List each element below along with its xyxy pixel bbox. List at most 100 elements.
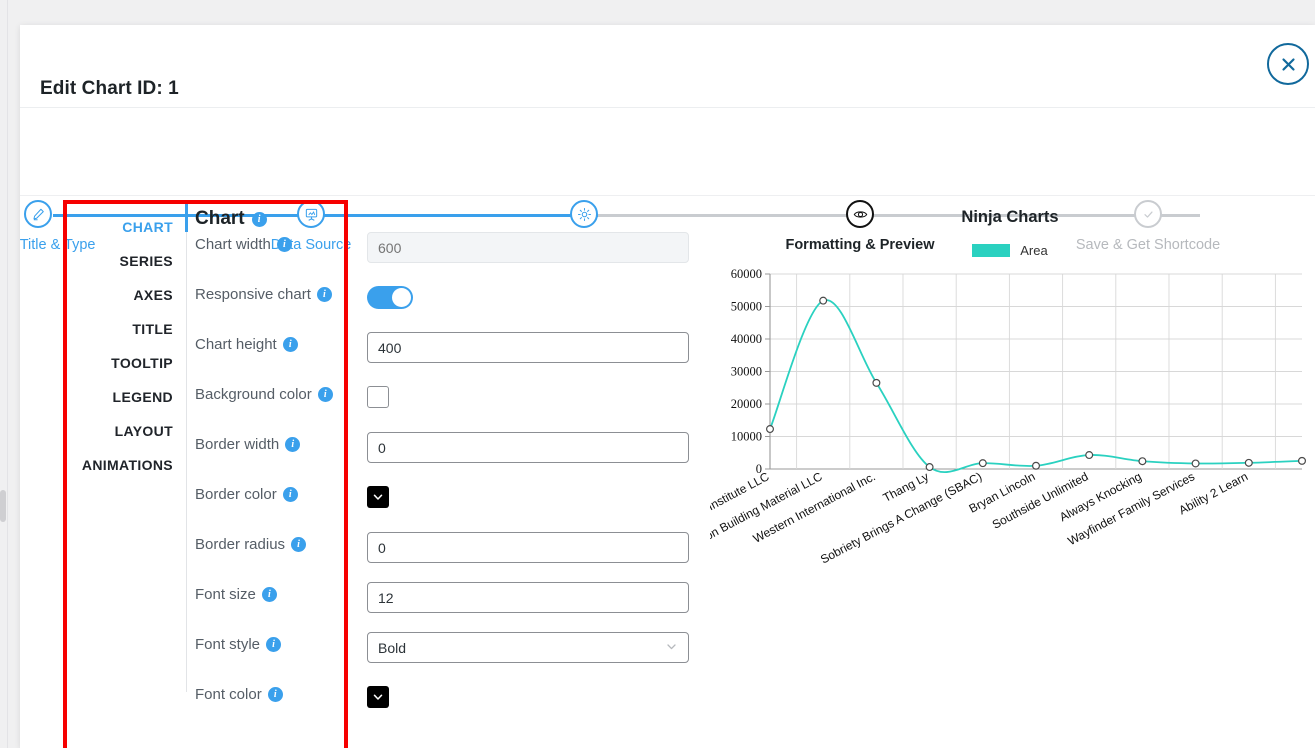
- toggle-knob: [392, 288, 411, 307]
- field-font-size: Font size i: [195, 586, 695, 636]
- chevron-down-icon: [372, 691, 384, 703]
- info-icon[interactable]: i: [268, 687, 283, 702]
- info-icon[interactable]: i: [266, 637, 281, 652]
- page-scroll-thumb[interactable]: [0, 490, 6, 522]
- svg-text:40000: 40000: [731, 332, 762, 346]
- background-color-swatch[interactable]: [367, 386, 389, 408]
- field-label: Chart width i: [195, 236, 360, 253]
- field-control: [367, 386, 389, 408]
- info-icon[interactable]: i: [283, 337, 298, 352]
- chart-height-input[interactable]: [367, 332, 689, 363]
- info-icon[interactable]: i: [252, 212, 267, 227]
- border-color-swatch[interactable]: [367, 486, 389, 508]
- field-background-color: Background color i: [195, 386, 695, 436]
- field-label: Chart height i: [195, 336, 360, 353]
- info-icon[interactable]: i: [277, 237, 292, 252]
- y-axis-tick-labels: 0100002000030000400005000060000: [731, 267, 762, 476]
- label-text: Border color: [195, 486, 277, 503]
- step-dot: [24, 200, 52, 228]
- label-text: Border radius: [195, 536, 285, 553]
- tab-axes[interactable]: AXES: [67, 278, 185, 312]
- chart-settings-form: Chart i Chart width i Responsive chart i: [195, 202, 695, 736]
- tab-chart[interactable]: CHART: [67, 210, 185, 244]
- chart-preview: Ninja Charts Area 0100002000030000400005…: [710, 196, 1310, 748]
- font-size-input[interactable]: [367, 582, 689, 613]
- modal-header: Edit Chart ID: 1: [20, 25, 1315, 108]
- info-icon[interactable]: i: [318, 387, 333, 402]
- font-color-swatch[interactable]: [367, 686, 389, 708]
- page-scrollbar[interactable]: [0, 0, 8, 748]
- panel-heading: Chart i: [195, 202, 695, 236]
- edit-chart-modal: Edit Chart ID: 1 Chart Title & Type: [20, 25, 1315, 748]
- chart-svg: 0100002000030000400005000060000 The Mart…: [710, 264, 1310, 594]
- tab-layout[interactable]: LAYOUT: [67, 414, 185, 448]
- field-control: [367, 332, 689, 363]
- rail-divider: [186, 204, 187, 692]
- field-control: [367, 286, 413, 309]
- info-icon[interactable]: i: [291, 537, 306, 552]
- field-responsive-chart: Responsive chart i: [195, 286, 695, 336]
- label-text: Chart height: [195, 336, 277, 353]
- field-label: Responsive chart i: [195, 286, 360, 303]
- pencil-icon: [31, 207, 46, 222]
- chart-width-input[interactable]: [367, 232, 689, 263]
- label-text: Font style: [195, 636, 260, 653]
- field-label: Border color i: [195, 486, 360, 503]
- step-dot: [846, 200, 874, 228]
- info-icon[interactable]: i: [283, 487, 298, 502]
- field-label: Font color i: [195, 686, 360, 703]
- wizard-stepper: Chart Title & Type Data Source Data Rang…: [20, 108, 1315, 196]
- label-text: Font color: [195, 686, 262, 703]
- rail-active-marker: [185, 204, 188, 232]
- chevron-down-icon: [372, 491, 384, 503]
- check-icon: [1141, 207, 1156, 222]
- tab-legend[interactable]: LEGEND: [67, 380, 185, 414]
- field-control: Bold: [367, 632, 689, 663]
- field-label: Font style i: [195, 636, 360, 653]
- close-button[interactable]: [1267, 43, 1309, 85]
- field-border-radius: Border radius i: [195, 536, 695, 586]
- font-style-select[interactable]: Bold: [367, 632, 689, 663]
- gear-icon: [577, 207, 592, 222]
- field-control: [367, 486, 389, 508]
- legend-swatch: [972, 244, 1010, 257]
- tab-animations[interactable]: ANIMATIONS: [67, 448, 185, 482]
- label-text: Font size: [195, 586, 256, 603]
- field-label: Border width i: [195, 436, 360, 453]
- tab-title[interactable]: TITLE: [67, 312, 185, 346]
- chart-plot-area: 0100002000030000400005000060000 The Mart…: [710, 264, 1310, 594]
- info-icon[interactable]: i: [262, 587, 277, 602]
- step-dot: [570, 200, 598, 228]
- close-icon: [1280, 56, 1297, 73]
- field-label: Border radius i: [195, 536, 360, 553]
- chart-gridlines: [765, 274, 1302, 469]
- info-icon[interactable]: i: [285, 437, 300, 452]
- field-control: [367, 582, 689, 613]
- field-label: Font size i: [195, 586, 360, 603]
- label-text: Background color: [195, 386, 312, 403]
- responsive-chart-toggle[interactable]: [367, 286, 413, 309]
- field-chart-width: Chart width i: [195, 236, 695, 286]
- easel-icon: [304, 207, 319, 222]
- chevron-down-icon: [665, 640, 678, 656]
- field-chart-height: Chart height i: [195, 336, 695, 386]
- border-radius-input[interactable]: [367, 532, 689, 563]
- tab-tooltip[interactable]: TOOLTIP: [67, 346, 185, 380]
- field-control: [367, 686, 389, 708]
- page-title: Edit Chart ID: 1: [40, 78, 179, 100]
- modal-content: CHART SERIES AXES TITLE TOOLTIP LEGEND L…: [20, 196, 1315, 748]
- svg-text:50000: 50000: [731, 300, 762, 314]
- field-control: [367, 432, 689, 463]
- border-width-input[interactable]: [367, 432, 689, 463]
- field-font-color: Font color i: [195, 686, 695, 736]
- label-text: Responsive chart: [195, 286, 311, 303]
- svg-text:30000: 30000: [731, 365, 762, 379]
- field-border-width: Border width i: [195, 436, 695, 486]
- eye-icon: [853, 207, 868, 222]
- label-text: Chart width: [195, 236, 271, 253]
- svg-text:60000: 60000: [731, 267, 762, 281]
- tab-series[interactable]: SERIES: [67, 244, 185, 278]
- svg-text:20000: 20000: [731, 397, 762, 411]
- chart-legend: Area: [710, 243, 1310, 258]
- info-icon[interactable]: i: [317, 287, 332, 302]
